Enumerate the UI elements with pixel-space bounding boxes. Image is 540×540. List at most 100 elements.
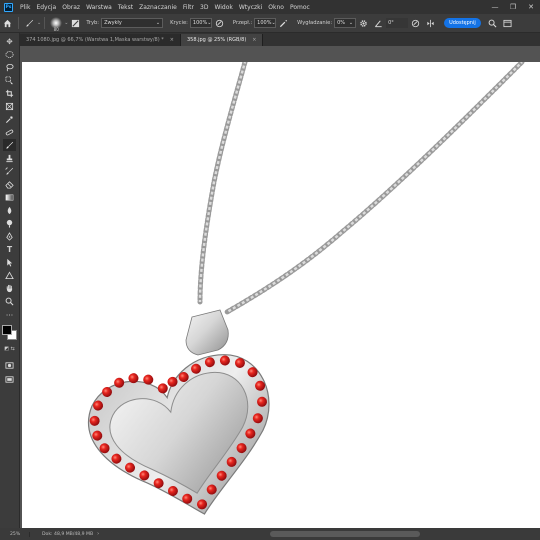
photoshop-window: Ps Plik Edycja Obraz Warstwa Tekst Zazna… <box>0 0 540 540</box>
flow-label: Przepł.: <box>232 20 253 26</box>
opacity-label: Krycie: <box>170 20 188 26</box>
chain-left <box>197 59 248 305</box>
move-tool-icon[interactable]: ✥ <box>3 35 16 47</box>
zoom-level[interactable]: 25% <box>0 531 30 537</box>
brush-size-value: 80 <box>53 27 59 32</box>
menu-okno[interactable]: Okno <box>265 4 287 11</box>
flow-value: 100% <box>257 20 272 26</box>
brush-chevron-icon[interactable]: ⌄ <box>64 20 68 26</box>
mode-label: Tryb: <box>86 20 100 26</box>
crop-tool-icon[interactable] <box>3 87 16 99</box>
clone-stamp-tool-icon[interactable] <box>3 152 16 164</box>
close-window-button[interactable]: ✕ <box>522 3 540 11</box>
menu-3d[interactable]: 3D <box>197 4 211 11</box>
chevron-down-icon: ⌄ <box>207 20 212 26</box>
document-size[interactable]: Dok: 48,9 MB/48,9 MB <box>42 532 93 537</box>
shape-tool-icon[interactable] <box>3 269 16 281</box>
brush-settings-icon[interactable] <box>70 18 81 29</box>
canvas-workspace[interactable] <box>20 46 540 529</box>
symmetry-icon[interactable] <box>425 18 436 29</box>
path-selection-tool-icon[interactable] <box>3 256 16 268</box>
pressure-opacity-icon[interactable] <box>214 18 225 29</box>
separator <box>18 17 19 29</box>
smoothing-field[interactable]: 0% ⌄ <box>334 18 357 28</box>
workspace-icon[interactable] <box>502 18 513 29</box>
history-brush-tool-icon[interactable] <box>3 165 16 177</box>
more-tools-icon[interactable]: ··· <box>3 309 16 321</box>
foreground-color-swatch[interactable] <box>2 325 12 335</box>
flow-field[interactable]: 100% ⌄ <box>254 18 277 28</box>
angle-icon[interactable] <box>373 18 384 29</box>
lasso-tool-icon[interactable] <box>3 61 16 73</box>
pen-tool-icon[interactable] <box>3 230 16 242</box>
object-selection-tool-icon[interactable] <box>3 74 16 86</box>
separator <box>44 17 46 29</box>
frame-tool-icon[interactable] <box>3 100 16 112</box>
photoshop-logo: Ps <box>4 2 13 12</box>
healing-brush-tool-icon[interactable] <box>3 126 16 138</box>
smoothing-label: Wygładzanie: <box>297 20 333 26</box>
horizontal-scrollbar[interactable] <box>270 531 420 537</box>
tab-label: 358.jpg @ 25% (RGB/8) <box>186 37 247 43</box>
menu-filtr[interactable]: Filtr <box>180 4 197 11</box>
maximize-button[interactable]: ❐ <box>504 3 522 11</box>
screen-mode-icon[interactable] <box>3 373 16 385</box>
document-tabs: 374 1080.jpg @ 66,7% (Warstwa 1,Maska wa… <box>20 33 540 46</box>
type-tool-icon[interactable]: T <box>3 243 16 255</box>
menu-bar: Ps Plik Edycja Obraz Warstwa Tekst Zazna… <box>0 0 540 14</box>
menu-tekst[interactable]: Tekst <box>115 4 136 11</box>
menu-widok[interactable]: Widok <box>211 4 235 11</box>
menu-wtyczki[interactable]: Wtyczki <box>236 4 265 11</box>
search-icon[interactable] <box>487 18 498 29</box>
home-icon[interactable] <box>2 18 13 29</box>
angle-field[interactable]: 0° <box>386 18 409 28</box>
eyedropper-tool-icon[interactable] <box>3 113 16 125</box>
blend-mode-select[interactable]: Zwykły ⌄ <box>101 18 164 28</box>
brush-tool-icon[interactable] <box>3 139 16 151</box>
menu-obraz[interactable]: Obraz <box>59 4 83 11</box>
gear-icon[interactable] <box>358 18 369 29</box>
status-arrow-icon[interactable]: › <box>97 531 99 537</box>
dodge-tool-icon[interactable] <box>3 217 16 229</box>
angle-value: 0° <box>388 20 394 26</box>
close-icon[interactable]: × <box>252 37 256 43</box>
close-icon[interactable]: × <box>170 37 174 43</box>
pressure-size-icon[interactable] <box>410 18 421 29</box>
menu-edycja[interactable]: Edycja <box>33 4 59 11</box>
smoothing-value: 0% <box>337 20 346 26</box>
opacity-value: 100% <box>192 20 208 26</box>
menu-zaznaczanie[interactable]: Zaznaczanie <box>136 4 180 11</box>
menu-plik[interactable]: Plik <box>17 4 33 11</box>
blend-mode-value: Zwykły <box>104 20 122 26</box>
share-button[interactable]: Udostępnij <box>444 18 481 28</box>
options-bar: ⌄ 80 ⌄ Tryb: Zwykły ⌄ Krycie: 100% ⌄ Prz… <box>0 14 540 33</box>
chevron-down-icon: ⌄ <box>155 20 161 26</box>
menu-warstwa[interactable]: Warstwa <box>83 4 115 11</box>
chevron-down-icon: ⌄ <box>271 20 276 26</box>
blur-tool-icon[interactable] <box>3 204 16 216</box>
default-colors-icon[interactable]: ◩ ⇆ <box>3 343 16 355</box>
gradient-tool-icon[interactable] <box>3 191 16 203</box>
tab-374-1080[interactable]: 374 1080.jpg @ 66,7% (Warstwa 1,Maska wa… <box>20 34 181 46</box>
quick-mask-icon[interactable] <box>3 359 16 371</box>
tool-preset-chevron-icon[interactable]: ⌄ <box>37 20 41 26</box>
eraser-tool-icon[interactable] <box>3 178 16 190</box>
menu-pomoc[interactable]: Pomoc <box>287 4 313 11</box>
zoom-tool-icon[interactable] <box>3 295 16 307</box>
opacity-field[interactable]: 100% ⌄ <box>189 18 212 28</box>
chain-right <box>224 59 525 315</box>
airbrush-icon[interactable] <box>278 18 289 29</box>
chevron-down-icon: ⌄ <box>348 20 354 26</box>
brush-tool-icon[interactable] <box>24 18 35 29</box>
minimize-button[interactable]: — <box>486 3 504 11</box>
color-swatches[interactable] <box>2 325 18 341</box>
hand-tool-icon[interactable] <box>3 282 16 294</box>
marquee-tool-icon[interactable] <box>3 48 16 60</box>
window-controls: — ❐ ✕ <box>486 0 540 14</box>
brush-preset-picker[interactable]: 80 <box>48 14 64 32</box>
tab-358[interactable]: 358.jpg @ 25% (RGB/8) × <box>180 34 264 46</box>
tab-label: 374 1080.jpg @ 66,7% (Warstwa 1,Maska wa… <box>26 37 164 43</box>
pendant-image <box>87 59 525 515</box>
tools-panel: ✥ T ··· ◩ ⇆ <box>0 33 20 528</box>
document-canvas[interactable] <box>22 59 540 529</box>
